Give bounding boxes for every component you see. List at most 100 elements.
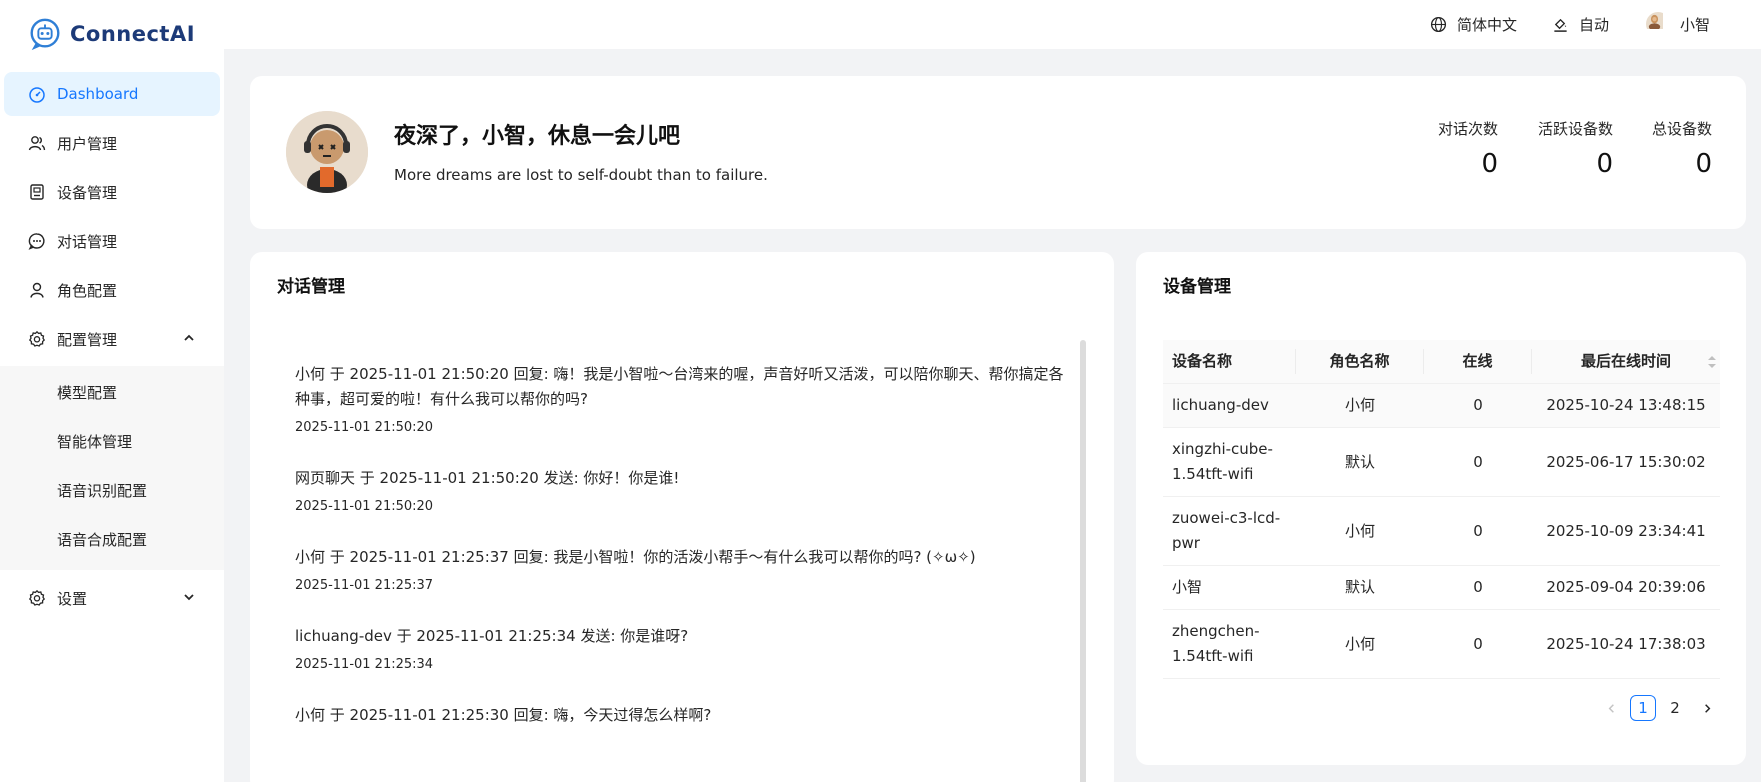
conversation-card-title: 对话管理 — [277, 277, 345, 297]
message-text: 小何 于 2025-11-01 21:25:37 回复: 我是小智啦！你的活泼小… — [295, 548, 976, 566]
submenu-item-model-config[interactable]: 模型配置 — [4, 370, 220, 414]
cell-device-name: zhengchen-1.54tft-wifi — [1172, 622, 1260, 665]
column-header-last-online[interactable]: 最后在线时间 — [1532, 349, 1720, 374]
conversation-list[interactable]: 小何 于 2025-11-01 21:50:20 回复: 嗨！我是小智啦～台湾来… — [295, 362, 1115, 728]
column-header-device-name[interactable]: 设备名称 — [1163, 349, 1296, 374]
cell-role-name: 默认 — [1344, 452, 1375, 471]
globe-icon — [1430, 16, 1447, 32]
brand-name: ConnectAI — [70, 22, 196, 46]
sort-icon[interactable] — [1706, 353, 1718, 371]
sidebar-nav: Dashboard 用户管理 设备管理 对话管理 角色配置 配置管理 模型配置 … — [0, 72, 224, 625]
welcome-card: 夜深了，小智，休息一会儿吧 More dreams are lost to se… — [250, 76, 1746, 229]
stat-label: 总设备数 — [1651, 120, 1712, 138]
submenu-item-agent-management[interactable]: 智能体管理 — [4, 419, 220, 463]
stat-label: 活跃设备数 — [1537, 120, 1613, 138]
user-icon — [28, 281, 46, 299]
message-time: 2025-11-01 21:25:37 — [295, 578, 434, 593]
submenu-item-tts-config[interactable]: 语音合成配置 — [4, 517, 220, 561]
sidebar: ConnectAI Dashboard 用户管理 设备管理 对话管理 角色配置 … — [0, 0, 224, 782]
table-row[interactable]: zhengchen-1.54tft-wifi 小何 0 2025-10-24 1… — [1163, 610, 1720, 679]
stat-conversations: 对话次数 0 — [1438, 118, 1498, 179]
message-text: 小何 于 2025-11-01 21:25:30 回复: 嗨，今天过得怎么样啊? — [295, 706, 712, 724]
user-menu[interactable]: 小智 — [1646, 11, 1710, 37]
list-item: lichuang-dev 于 2025-11-01 21:25:34 发送: 你… — [295, 624, 1115, 672]
device-table: 设备名称 角色名称 在线 最后在线时间 lichuang-dev 小何 0 20… — [1163, 340, 1720, 679]
theme-label: 自动 — [1579, 15, 1610, 34]
table-header: 设备名称 角色名称 在线 最后在线时间 — [1163, 340, 1720, 384]
theme-paint-icon — [1554, 18, 1567, 32]
dashboard-icon — [28, 85, 46, 103]
sidebar-item-users[interactable]: 用户管理 — [4, 121, 220, 165]
stat-total-devices: 总设备数 0 — [1652, 118, 1712, 179]
cell-online: 0 — [1473, 452, 1483, 471]
top-header: 简体中文 自动 小智 — [224, 0, 1761, 49]
sidebar-item-label: 用户管理 — [57, 134, 118, 153]
cell-device-name: zuowei-c3-lcd-pwr — [1172, 509, 1281, 552]
avatar — [1646, 12, 1670, 36]
cell-last-online: 2025-10-09 23:34:41 — [1546, 521, 1706, 540]
theme-switcher[interactable]: 自动 — [1552, 11, 1609, 37]
list-item: 小何 于 2025-11-01 21:50:20 回复: 嗨！我是小智啦～台湾来… — [295, 362, 1115, 435]
cell-last-online: 2025-06-17 15:30:02 — [1546, 452, 1706, 471]
column-header-online[interactable]: 在线 — [1424, 349, 1532, 374]
language-switcher[interactable]: 简体中文 — [1430, 11, 1517, 37]
stat-value: 0 — [1695, 149, 1712, 179]
sidebar-item-label: Dashboard — [57, 85, 139, 103]
submenu-item-asr-config[interactable]: 语音识别配置 — [4, 468, 220, 512]
sidebar-item-label: 对话管理 — [57, 232, 118, 251]
table-row[interactable]: lichuang-dev 小何 0 2025-10-24 13:48:15 — [1163, 384, 1720, 428]
gear-icon — [28, 330, 46, 348]
device-card-title: 设备管理 — [1163, 277, 1231, 297]
list-item: 小何 于 2025-11-01 21:25:30 回复: 嗨，今天过得怎么样啊? — [295, 703, 1115, 728]
message-time: 2025-11-01 21:50:20 — [295, 499, 434, 514]
table-row[interactable]: xingzhi-cube-1.54tft-wifi 默认 0 2025-06-1… — [1163, 428, 1720, 497]
conversation-card: 对话管理 小何 于 2025-11-01 21:50:20 回复: 嗨！我是小智… — [250, 252, 1114, 782]
sidebar-item-label: 角色配置 — [57, 281, 118, 300]
brand-logo[interactable]: ConnectAI — [26, 14, 195, 54]
cell-last-online: 2025-09-04 20:39:06 — [1546, 578, 1706, 596]
config-submenu: 模型配置 智能体管理 语音识别配置 语音合成配置 — [0, 366, 224, 570]
table-row[interactable]: zuowei-c3-lcd-pwr 小何 0 2025-10-09 23:34:… — [1163, 497, 1720, 566]
sidebar-item-devices[interactable]: 设备管理 — [4, 170, 220, 214]
next-page-button[interactable] — [1694, 695, 1720, 721]
cell-online: 0 — [1473, 396, 1483, 414]
cell-online: 0 — [1473, 634, 1483, 653]
cell-role-name: 小何 — [1344, 521, 1375, 540]
column-header-role-name[interactable]: 角色名称 — [1296, 349, 1424, 374]
message-text: lichuang-dev 于 2025-11-01 21:25:34 发送: 你… — [295, 627, 689, 645]
prev-page-button[interactable] — [1598, 695, 1624, 721]
sidebar-item-config[interactable]: 配置管理 — [4, 317, 220, 361]
list-item: 网页聊天 于 2025-11-01 21:50:20 发送: 你好！你是谁! 2… — [295, 466, 1115, 514]
message-time: 2025-11-01 21:25:34 — [295, 657, 434, 672]
page-button-1[interactable]: 1 — [1630, 695, 1656, 721]
sidebar-item-label: 设备管理 — [57, 183, 118, 202]
scrollbar[interactable] — [1080, 340, 1086, 782]
table-row[interactable]: 小智 默认 0 2025-09-04 20:39:06 — [1163, 566, 1720, 610]
cell-online: 0 — [1473, 521, 1483, 540]
sidebar-item-settings[interactable]: 设置 — [4, 576, 220, 620]
stat-active-devices: 活跃设备数 0 — [1538, 118, 1613, 179]
logo-icon — [30, 18, 60, 51]
sidebar-item-dashboard[interactable]: Dashboard — [4, 72, 220, 116]
cell-role-name: 默认 — [1344, 578, 1375, 596]
avatar — [286, 111, 368, 193]
sidebar-item-conversations[interactable]: 对话管理 — [4, 219, 220, 263]
stat-value: 0 — [1596, 149, 1613, 179]
chat-icon — [28, 232, 46, 250]
sidebar-item-label: 设置 — [57, 589, 88, 608]
sidebar-item-roles[interactable]: 角色配置 — [4, 268, 220, 312]
cell-online: 0 — [1473, 578, 1483, 596]
message-time: 2025-11-01 21:50:20 — [295, 420, 434, 435]
cell-last-online: 2025-10-24 17:38:03 — [1546, 634, 1706, 653]
greeting-quote: More dreams are lost to self-doubt than … — [394, 166, 768, 184]
greeting-title: 夜深了，小智，休息一会儿吧 — [394, 124, 681, 149]
chevron-right-icon — [1704, 703, 1710, 713]
page-button-2[interactable]: 2 — [1662, 695, 1688, 721]
chevron-up-icon — [184, 334, 194, 341]
chevron-left-icon — [1608, 703, 1614, 713]
device-icon — [28, 183, 46, 201]
pagination: 1 2 — [1598, 695, 1720, 721]
sidebar-item-label: 配置管理 — [57, 330, 118, 349]
stat-label: 对话次数 — [1437, 120, 1498, 138]
cell-role-name: 小何 — [1344, 396, 1375, 414]
